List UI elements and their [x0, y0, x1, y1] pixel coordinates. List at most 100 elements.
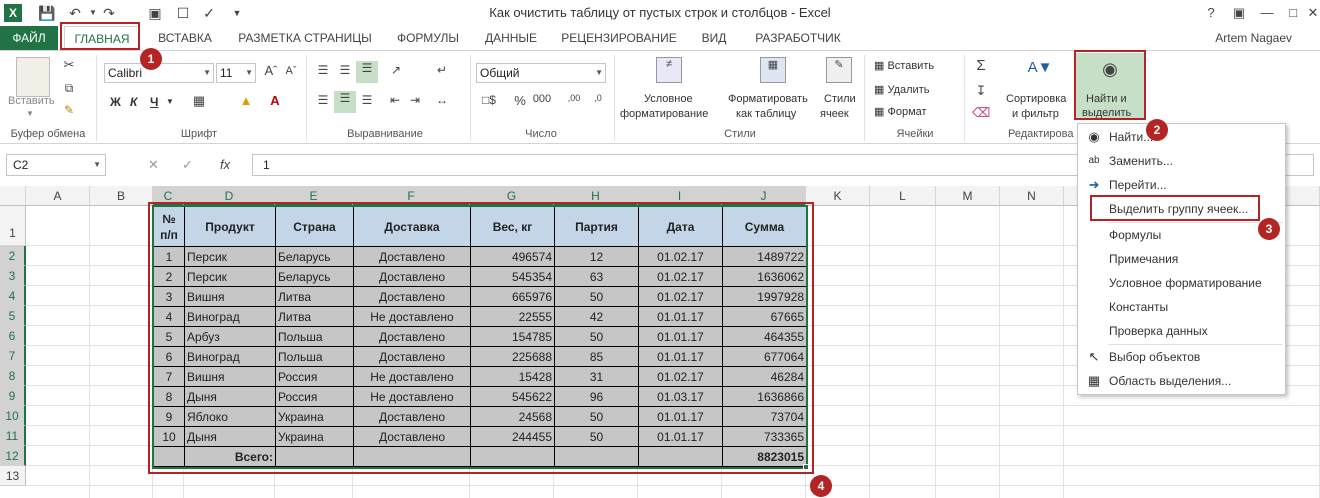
column-header-a[interactable]: A: [26, 186, 90, 206]
cell-sum[interactable]: 67665: [722, 306, 807, 327]
cell-date[interactable]: 01.01.17: [638, 306, 723, 327]
row-header-8[interactable]: 8: [0, 366, 26, 386]
minimize-icon[interactable]: —: [1256, 3, 1278, 23]
header-num[interactable]: № п/п: [153, 206, 185, 247]
cell-sum[interactable]: 464355: [722, 326, 807, 347]
wrap-text-icon[interactable]: ↵: [432, 63, 452, 77]
align-center-icon[interactable]: ☰: [334, 91, 356, 113]
header-batch[interactable]: Партия: [554, 206, 639, 247]
orientation-icon[interactable]: ↗: [384, 63, 408, 77]
column-header-i[interactable]: I: [638, 186, 722, 206]
cell-sum[interactable]: 1636062: [722, 266, 807, 287]
cell-num[interactable]: 5: [153, 326, 185, 347]
cell-empty[interactable]: [153, 446, 185, 467]
cell-batch[interactable]: 50: [554, 426, 639, 447]
cell-product[interactable]: Персик: [184, 246, 276, 267]
paste-icon[interactable]: [16, 57, 50, 97]
cell-batch[interactable]: 50: [554, 286, 639, 307]
cell-num[interactable]: 7: [153, 366, 185, 387]
cell-country[interactable]: Россия: [275, 386, 354, 407]
cell-country[interactable]: Украина: [275, 426, 354, 447]
shrink-font-icon[interactable]: Aˇ: [282, 65, 300, 77]
cell-product[interactable]: Виноград: [184, 306, 276, 327]
paste-button[interactable]: Вставить: [8, 95, 55, 107]
column-header-j[interactable]: J: [722, 186, 806, 206]
cell-num[interactable]: 2: [153, 266, 185, 287]
cell-weight[interactable]: 496574: [470, 246, 555, 267]
row-header-4[interactable]: 4: [0, 286, 26, 306]
column-header-n[interactable]: N: [1000, 186, 1064, 206]
cell-sum[interactable]: 1997928: [722, 286, 807, 307]
column-header-b[interactable]: B: [90, 186, 153, 206]
underline-button[interactable]: Ч: [150, 95, 158, 109]
menu-item-select-objects[interactable]: ↖ Выбор объектов: [1078, 346, 1285, 368]
format-as-table-icon[interactable]: ▦: [760, 57, 786, 83]
cell-num[interactable]: 6: [153, 346, 185, 367]
tab-home[interactable]: ГЛАВНАЯ: [64, 26, 140, 50]
cell-weight[interactable]: 15428: [470, 366, 555, 387]
cell-sum[interactable]: 1636866: [722, 386, 807, 407]
cell-delivery[interactable]: Не доставлено: [353, 366, 471, 387]
row-header-13[interactable]: 13: [0, 466, 26, 486]
conditional-formatting-icon[interactable]: ≠: [656, 57, 682, 83]
delete-cells-button[interactable]: ▦ Удалить: [874, 83, 929, 96]
bold-button[interactable]: Ж: [110, 95, 121, 109]
ribbon-options-icon[interactable]: ▣: [1228, 3, 1250, 23]
insert-cells-button[interactable]: ▦ Вставить: [874, 59, 934, 72]
cell-date[interactable]: 01.02.17: [638, 266, 723, 287]
help-icon[interactable]: ?: [1200, 3, 1222, 23]
cell-date[interactable]: 01.02.17: [638, 246, 723, 267]
row-header-2[interactable]: 2: [0, 246, 26, 266]
cell-date[interactable]: 01.03.17: [638, 386, 723, 407]
cell-country[interactable]: Украина: [275, 406, 354, 427]
cell-delivery[interactable]: Доставлено: [353, 426, 471, 447]
cell-delivery[interactable]: Доставлено: [353, 266, 471, 287]
column-header-k[interactable]: K: [806, 186, 870, 206]
row-header-1[interactable]: 1: [0, 206, 26, 246]
align-middle-icon[interactable]: ☰: [336, 63, 354, 77]
cell-weight[interactable]: 24568: [470, 406, 555, 427]
format-as-table-label-2[interactable]: как таблицу: [736, 108, 796, 120]
total-value[interactable]: 8823015: [722, 446, 807, 467]
conditional-formatting-label-1[interactable]: Условное: [644, 93, 693, 105]
column-header-e[interactable]: E: [275, 186, 353, 206]
format-cells-button[interactable]: ▦ Формат: [874, 105, 927, 118]
cell-styles-icon[interactable]: ✎: [826, 57, 852, 83]
tab-view[interactable]: ВИД: [692, 26, 736, 50]
increase-indent-icon[interactable]: ⇥: [406, 93, 424, 107]
sort-filter-label-1[interactable]: Сортировка: [1006, 93, 1066, 105]
font-size-combo[interactable]: 11 ▼: [216, 63, 256, 83]
cell-empty[interactable]: [554, 446, 639, 467]
cell-product[interactable]: Дыня: [184, 386, 276, 407]
cell-batch[interactable]: 42: [554, 306, 639, 327]
cell-date[interactable]: 01.01.17: [638, 346, 723, 367]
cell-empty[interactable]: [275, 446, 354, 467]
sort-filter-icon[interactable]: A▼: [1022, 59, 1058, 76]
menu-item-comments[interactable]: Примечания: [1078, 248, 1285, 270]
font-color-icon[interactable]: A: [266, 93, 284, 108]
format-painter-icon[interactable]: ✎: [60, 103, 78, 117]
cell-weight[interactable]: 665976: [470, 286, 555, 307]
comma-style-icon[interactable]: 000: [532, 93, 552, 105]
conditional-formatting-label-2[interactable]: форматирование: [620, 108, 708, 120]
cell-sum[interactable]: 73704: [722, 406, 807, 427]
row-header-10[interactable]: 10: [0, 406, 26, 426]
tab-insert[interactable]: ВСТАВКА: [150, 26, 220, 50]
header-country[interactable]: Страна: [275, 206, 354, 247]
cell-product[interactable]: Вишня: [184, 286, 276, 307]
increase-decimal-icon[interactable]: ,00: [564, 93, 584, 103]
cell-empty[interactable]: [470, 446, 555, 467]
cell-product[interactable]: Арбуз: [184, 326, 276, 347]
cell-num[interactable]: 10: [153, 426, 185, 447]
row-header-7[interactable]: 7: [0, 346, 26, 366]
user-name[interactable]: Artem Nagaev: [1215, 26, 1292, 50]
column-header-m[interactable]: M: [936, 186, 1000, 206]
align-top-icon[interactable]: ☰: [314, 63, 332, 77]
find-select-button[interactable]: ◉ Найти и выделить: [1076, 53, 1144, 119]
cell-country[interactable]: Литва: [275, 306, 354, 327]
cell-num[interactable]: 3: [153, 286, 185, 307]
cell-weight[interactable]: 545354: [470, 266, 555, 287]
cell-delivery[interactable]: Доставлено: [353, 326, 471, 347]
cell-country[interactable]: Беларусь: [275, 266, 354, 287]
cell-sum[interactable]: 677064: [722, 346, 807, 367]
